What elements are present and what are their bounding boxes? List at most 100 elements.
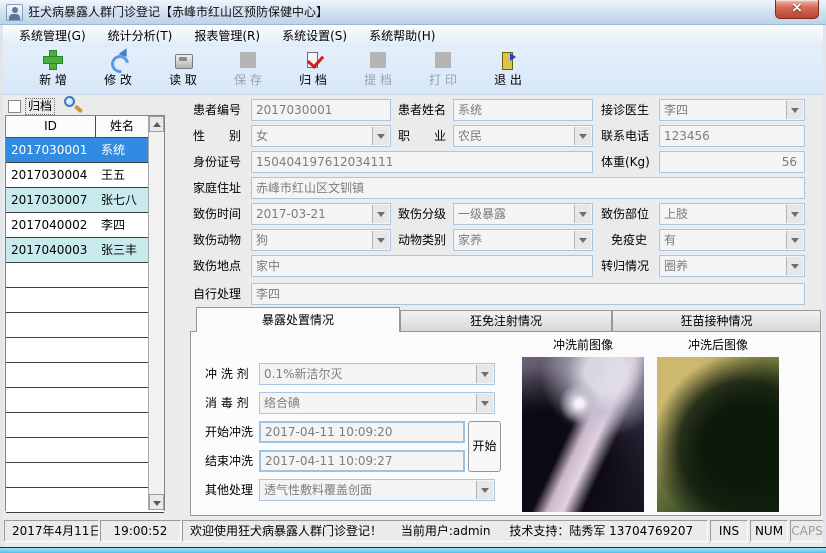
menu-item-help[interactable]: 系统帮助(H) xyxy=(358,25,446,47)
modify-button[interactable]: 修 改 xyxy=(89,49,147,93)
chevron-down-icon[interactable] xyxy=(372,127,389,145)
status-num: NUM xyxy=(750,520,788,542)
close-button[interactable]: × xyxy=(775,0,819,19)
patient-no-field[interactable]: 2017030001 xyxy=(251,99,391,121)
injury-time-label: 致伤时间 xyxy=(193,203,241,225)
phone-label: 联系电话 xyxy=(601,125,649,147)
injury-part-select[interactable]: 上肢 xyxy=(659,203,805,225)
support-contact: 技术支持：陆秀军 13704769207 xyxy=(509,524,693,538)
immunity-select[interactable]: 有 xyxy=(659,229,805,251)
list-empty-row xyxy=(6,313,164,338)
read-button[interactable]: 读 取 xyxy=(154,49,212,93)
start-rinse-button[interactable]: 开始 xyxy=(468,421,501,472)
archive-checkbox-label[interactable]: 归档 xyxy=(25,98,55,115)
before-rinse-photo xyxy=(522,357,644,512)
archive-button[interactable]: 归 档 xyxy=(284,49,342,93)
self-treatment-field[interactable]: 李四 xyxy=(251,283,805,305)
weight-field[interactable]: 56 xyxy=(659,151,805,173)
save-icon xyxy=(238,50,258,70)
disinfectant-select[interactable]: 络合碘 xyxy=(259,392,495,414)
menu-item-reports[interactable]: 报表管理(R) xyxy=(183,25,271,47)
chevron-down-icon[interactable] xyxy=(786,231,803,249)
table-row[interactable]: 2017030007 张七八 xyxy=(6,188,164,213)
self-treatment-label: 自行处理 xyxy=(193,283,241,305)
app-window: 狂犬病暴露人群门诊登记【赤峰市红山区预防保健中心】 × 系统管理(G) 统计分析… xyxy=(0,0,826,553)
patient-no-label: 患者编号 xyxy=(193,99,241,121)
chevron-down-icon[interactable] xyxy=(476,394,493,412)
doctor-select[interactable]: 李四 xyxy=(659,99,805,121)
phone-field[interactable]: 123456 xyxy=(659,125,805,147)
after-rinse-photo xyxy=(657,357,779,512)
retrieve-button-label: 提 档 xyxy=(364,71,392,88)
tab-exposure-treatment[interactable]: 暴露处置情况 xyxy=(196,307,400,332)
chevron-down-icon[interactable] xyxy=(372,231,389,249)
table-row[interactable]: 2017030004 王五 xyxy=(6,163,164,188)
rinse-start-field[interactable]: 2017-04-11 10:09:20 xyxy=(259,421,465,443)
animal-type-label: 动物类别 xyxy=(398,229,446,251)
chevron-down-icon[interactable] xyxy=(574,205,591,223)
list-empty-row xyxy=(6,438,164,463)
outcome-select[interactable]: 圈养 xyxy=(659,255,805,277)
status-caps: CAPS xyxy=(790,520,824,542)
patient-name-label: 患者姓名 xyxy=(398,99,446,121)
menu-item-settings[interactable]: 系统设置(S) xyxy=(271,25,358,47)
patient-name-field[interactable]: 系统 xyxy=(453,99,593,121)
chevron-down-icon[interactable] xyxy=(476,365,493,383)
patient-list-header: ID 姓名 xyxy=(6,116,164,138)
chevron-down-icon[interactable] xyxy=(372,205,389,223)
occupation-select[interactable]: 农民 xyxy=(453,125,593,147)
new-button[interactable]: 新 增 xyxy=(24,49,82,93)
tab-vaccine-inoculation[interactable]: 狂苗接种情况 xyxy=(612,310,821,332)
chevron-down-icon[interactable] xyxy=(574,127,591,145)
chevron-down-icon[interactable] xyxy=(786,205,803,223)
list-empty-row xyxy=(6,288,164,313)
immunity-label: 免疫史 xyxy=(611,229,647,251)
status-date: 2017年4月11日 xyxy=(4,520,99,542)
chevron-down-icon[interactable] xyxy=(476,481,493,499)
scroll-up-icon[interactable] xyxy=(149,116,164,132)
table-row[interactable]: 2017030001 系统 xyxy=(6,138,164,163)
modify-icon xyxy=(108,50,128,70)
injury-animal-label: 致伤动物 xyxy=(193,229,241,251)
window-title: 狂犬病暴露人群门诊登记【赤峰市红山区预防保健中心】 xyxy=(28,0,328,25)
menu-item-statistics[interactable]: 统计分析(T) xyxy=(97,25,184,47)
chevron-down-icon[interactable] xyxy=(786,257,803,275)
injury-grade-select[interactable]: 一级暴露 xyxy=(453,203,593,225)
table-row[interactable]: 2017040002 李四 xyxy=(6,213,164,238)
current-user: 当前用户:admin xyxy=(401,524,491,538)
save-button-label: 保 存 xyxy=(234,71,262,88)
read-icon xyxy=(173,50,193,70)
list-scrollbar[interactable] xyxy=(148,116,164,510)
patient-list: ID 姓名 2017030001 系统 2017030004 王五 201703… xyxy=(5,115,165,511)
rinse-end-field[interactable]: 2017-04-11 10:09:27 xyxy=(259,450,465,472)
other-treatment-select[interactable]: 透气性敷料覆盖创面 xyxy=(259,479,495,501)
status-bar: 2017年4月11日 19:00:52 欢迎使用狂犬病暴露人群门诊登记！ 当前用… xyxy=(3,518,823,547)
injury-time-select[interactable]: 2017-03-21 xyxy=(251,203,391,225)
weight-label: 体重(Kg) xyxy=(601,151,650,173)
toolbar: 新 增 修 改 读 取 保 存 归 档 提 档 打 印 退 出 xyxy=(3,47,823,95)
search-button[interactable] xyxy=(62,95,86,115)
animal-type-select[interactable]: 家养 xyxy=(453,229,593,251)
column-header-id: ID xyxy=(6,116,96,137)
injury-place-field[interactable]: 家中 xyxy=(251,255,593,277)
gender-select[interactable]: 女 xyxy=(251,125,391,147)
rinse-agent-select[interactable]: 0.1%新洁尔灭 xyxy=(259,363,495,385)
id-card-field[interactable]: 150404197612034111 xyxy=(251,151,593,173)
injury-part-label: 致伤部位 xyxy=(601,203,649,225)
print-button: 打 印 xyxy=(414,49,472,93)
injury-animal-select[interactable]: 狗 xyxy=(251,229,391,251)
scroll-down-icon[interactable] xyxy=(149,494,164,510)
list-empty-row xyxy=(6,388,164,413)
exit-icon xyxy=(498,50,518,70)
tab-immunoglobulin-injection[interactable]: 狂免注射情况 xyxy=(400,310,612,332)
archive-checkbox[interactable] xyxy=(8,100,21,113)
read-button-label: 读 取 xyxy=(169,71,197,88)
menu-item-system-manage[interactable]: 系统管理(G) xyxy=(8,25,97,47)
address-field[interactable]: 赤峰市红山区文钏镇 xyxy=(251,177,805,199)
address-label: 家庭住址 xyxy=(193,177,241,199)
exit-button[interactable]: 退 出 xyxy=(479,49,537,93)
chevron-down-icon[interactable] xyxy=(786,101,803,119)
chevron-down-icon[interactable] xyxy=(574,231,591,249)
add-icon xyxy=(43,50,63,70)
table-row[interactable]: 2017040003 张三丰 xyxy=(6,238,164,263)
